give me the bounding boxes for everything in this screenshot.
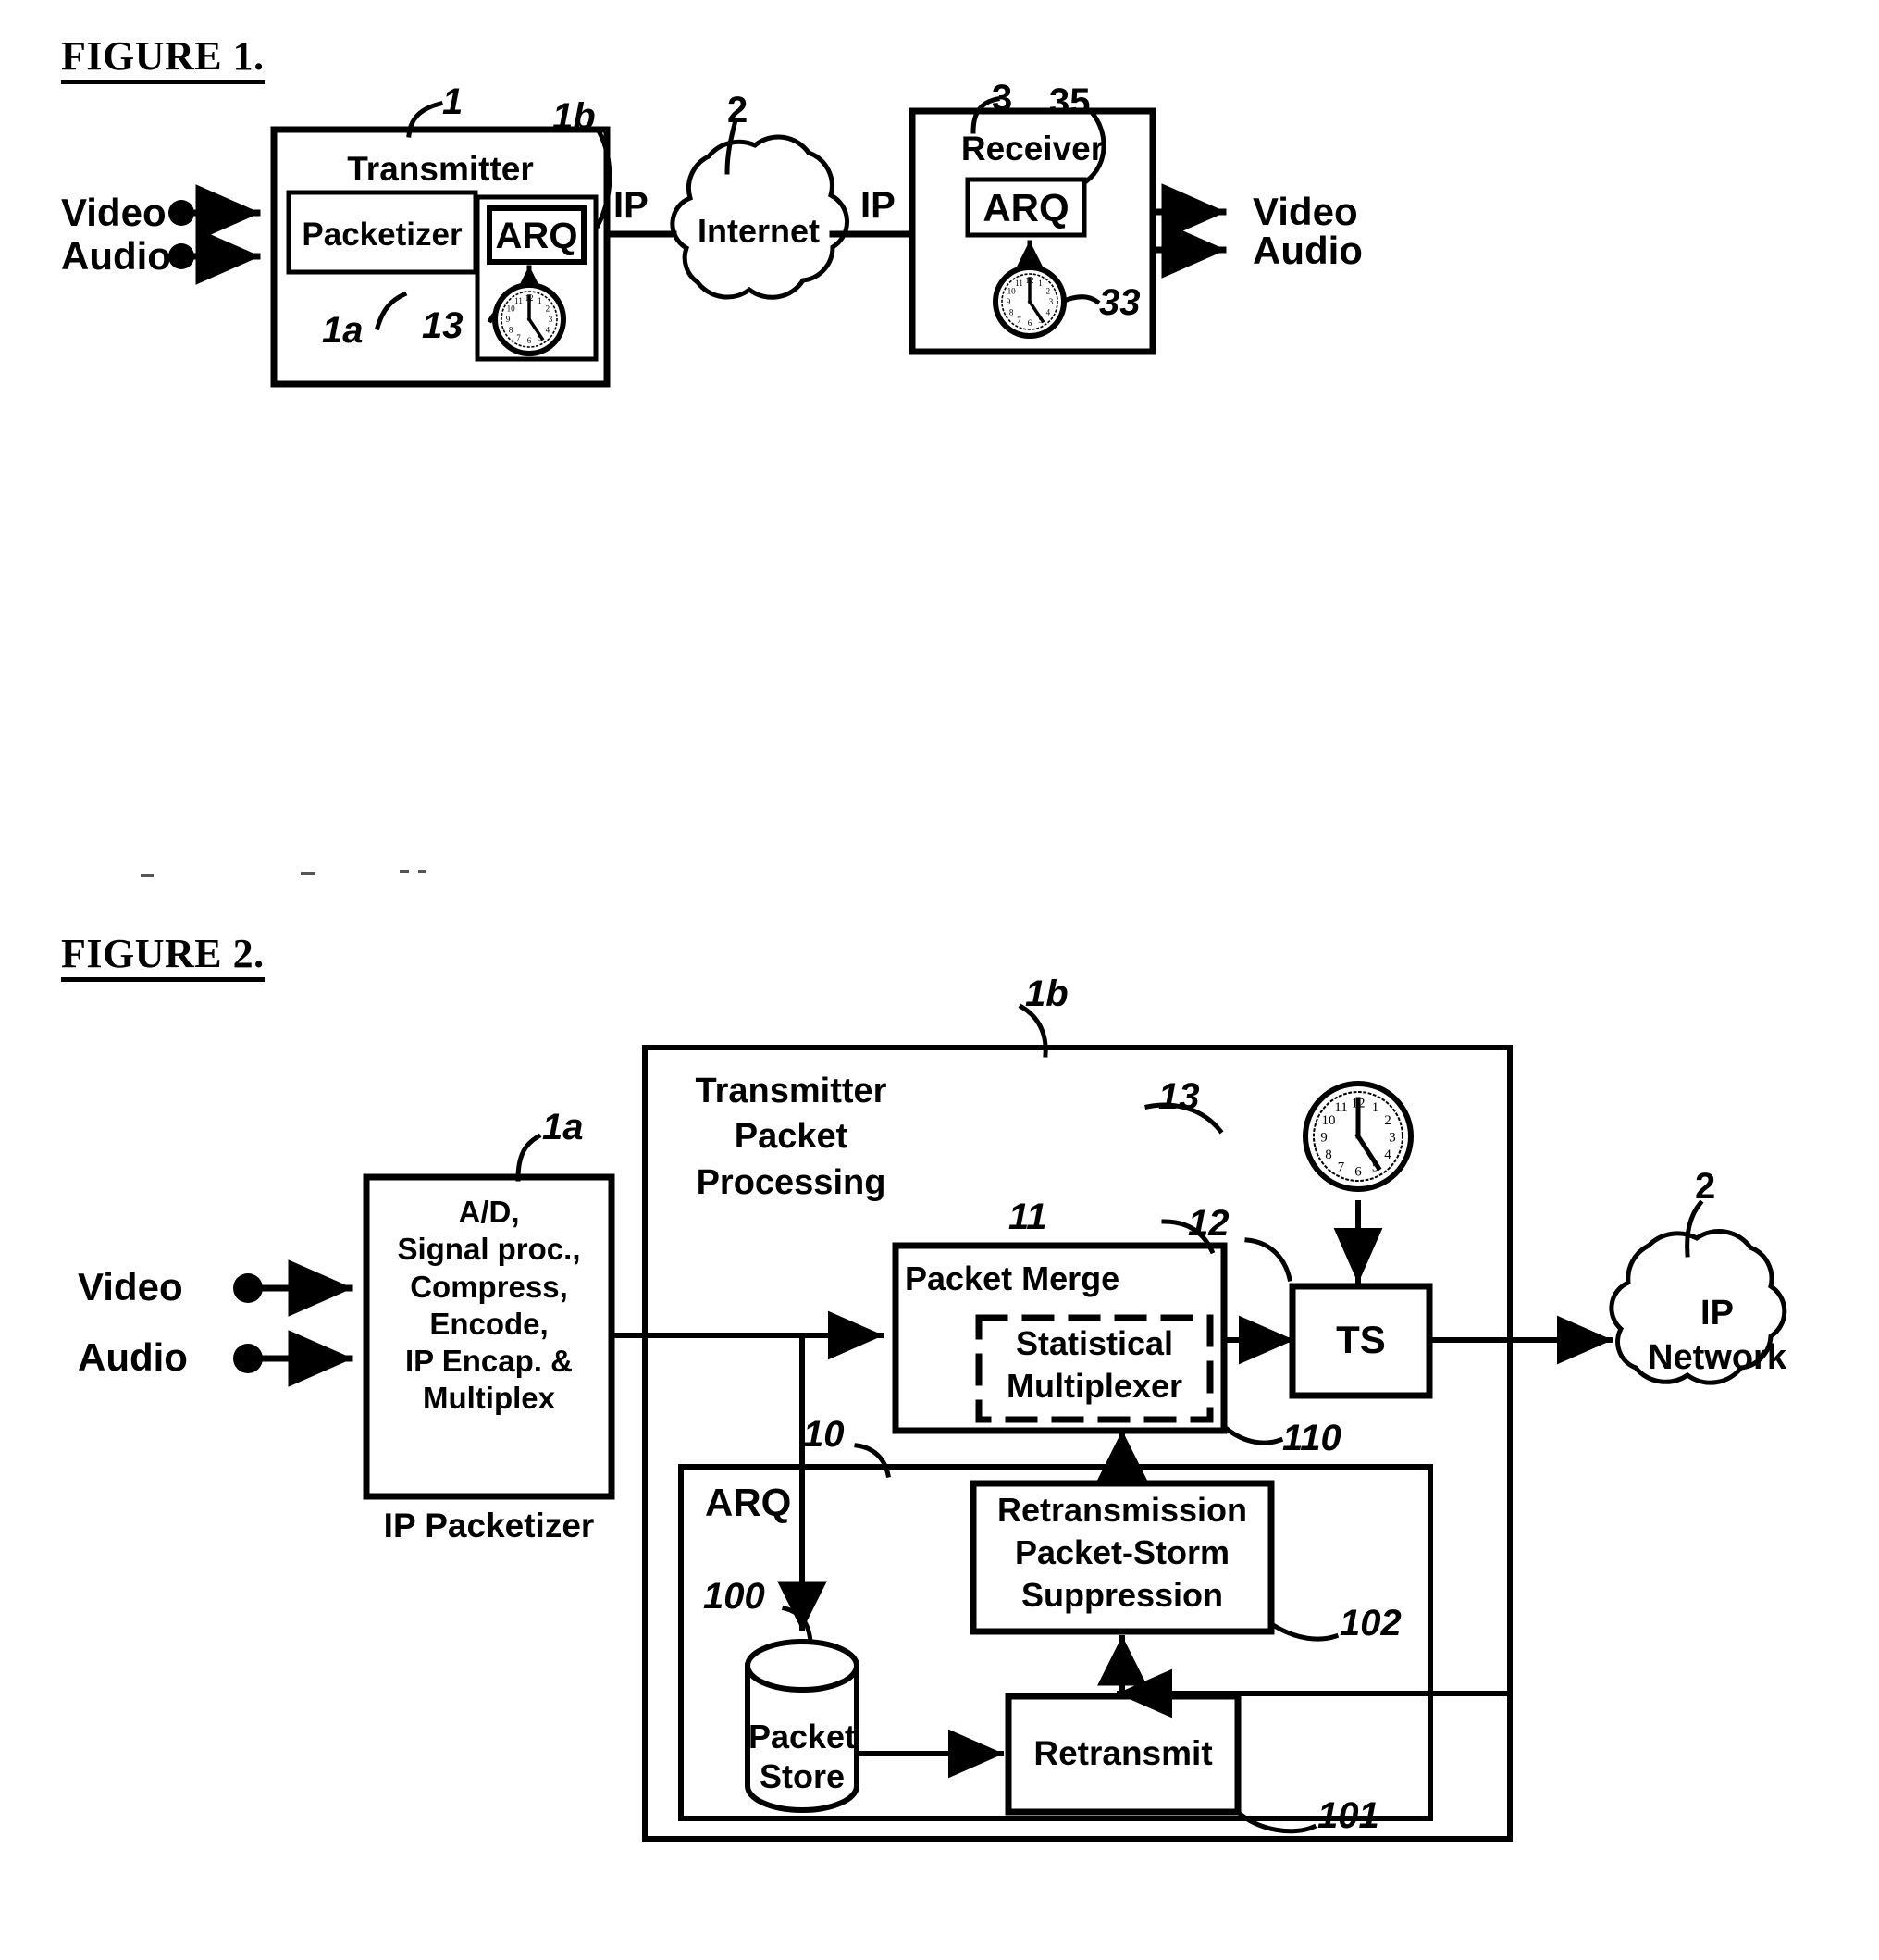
svg-text:1: 1	[1038, 279, 1043, 288]
transmitter-packet-processing-label: Transmitter Packet Processing	[695, 1072, 887, 1202]
ts-label: TS	[1336, 1318, 1386, 1361]
retransmission-suppression-label: Retransmission Packet-Storm Suppression	[996, 1491, 1248, 1615]
ip-link-label-left: IP	[613, 185, 649, 226]
svg-text:6: 6	[1028, 318, 1032, 328]
figure1-output-video-label: Video	[1253, 190, 1358, 233]
diagram-canvas: 12 123456789101112 123456789101112 12345678…	[168, 96, 1787, 1842]
statistical-multiplexer-label: Statistical Multiplexer	[1006, 1324, 1183, 1406]
svg-text:6: 6	[527, 336, 532, 345]
ip-link-label-right: IP	[860, 185, 896, 226]
svg-text:1: 1	[538, 296, 542, 305]
ip-network-cloud-label: IP Network	[1648, 1294, 1786, 1377]
svg-text:7: 7	[1017, 316, 1021, 325]
svg-text:8: 8	[1009, 308, 1014, 317]
svg-text:2: 2	[1384, 1113, 1391, 1128]
svg-text:8: 8	[1325, 1147, 1332, 1162]
svg-text:10: 10	[1007, 287, 1017, 296]
ref-arq-receiver-35: 35	[1049, 81, 1091, 122]
svg-text:7: 7	[516, 333, 521, 342]
scan-speck	[301, 872, 315, 875]
svg-text:3: 3	[549, 315, 553, 324]
svg-text:6: 6	[1354, 1164, 1362, 1179]
transmitter-label: Transmitter	[347, 150, 534, 188]
ref-packet-merge-11: 11	[1008, 1197, 1047, 1237]
figure1-input-audio-label: Audio	[61, 234, 171, 278]
figure1-input-video-label: Video	[61, 191, 167, 234]
svg-text:1: 1	[1372, 1100, 1379, 1115]
figure-2-title: FIGURE 2.	[61, 932, 265, 983]
ip-packetizer-body-label: A/D, Signal proc., Compress, Encode, IP …	[397, 1195, 581, 1416]
internet-cloud-label: Internet	[697, 212, 820, 250]
ref-retransmit-101: 101	[1317, 1795, 1379, 1836]
svg-text:12: 12	[1352, 1096, 1366, 1110]
ref-packet-processing-1b: 1b	[552, 96, 596, 137]
figure-1-title: FIGURE 1.	[61, 34, 265, 85]
figure2-clock-face: 12 12 3 45678 9 1011	[1320, 1096, 1396, 1179]
figure2-input-audio-label: Audio	[78, 1335, 188, 1379]
svg-text:12: 12	[525, 293, 534, 303]
svg-text:9: 9	[1320, 1130, 1328, 1145]
receiver-clock-face: 12 1234567891011	[1007, 276, 1054, 328]
ref-fig2-packet-processing-1b: 1b	[1025, 974, 1069, 1014]
ref-receiver-3: 3	[992, 78, 1013, 118]
svg-text:11: 11	[514, 296, 523, 305]
svg-text:8: 8	[509, 326, 513, 335]
svg-text:2: 2	[1046, 287, 1051, 296]
svg-text:10: 10	[1322, 1113, 1336, 1128]
ref-internet-2: 2	[727, 90, 748, 130]
ref-transmitter: 1	[442, 81, 464, 122]
scan-speck	[418, 870, 426, 873]
svg-text:3: 3	[1389, 1130, 1396, 1145]
svg-text:11: 11	[1334, 1100, 1347, 1115]
ref-arq-10: 10	[803, 1414, 845, 1455]
scan-speck	[400, 870, 409, 873]
arq-block-label: ARQ	[705, 1481, 792, 1524]
ip-packetizer-caption: IP Packetizer	[383, 1507, 595, 1544]
arq-transmitter-label: ARQ	[495, 216, 578, 256]
receiver-label: Receiver	[960, 130, 1105, 167]
ref-statistical-multiplexer-110: 110	[1282, 1418, 1341, 1458]
ref-clock-33: 33	[1099, 282, 1141, 323]
packet-merge-label: Packet Merge	[905, 1259, 1120, 1297]
ref-clock-13: 13	[422, 305, 464, 346]
svg-text:4: 4	[1384, 1147, 1391, 1162]
svg-text:11: 11	[1015, 279, 1023, 288]
svg-text:2: 2	[546, 304, 550, 314]
ref-fig2-packetizer-1a: 1a	[542, 1107, 584, 1147]
ref-fig2-ip-network-2: 2	[1695, 1166, 1716, 1207]
packetizer-label: Packetizer	[302, 217, 463, 253]
svg-text:3: 3	[1049, 297, 1054, 306]
svg-text:12: 12	[1026, 276, 1034, 285]
svg-text:7: 7	[1338, 1160, 1345, 1174]
ref-ts-12: 12	[1188, 1203, 1230, 1244]
ref-packetizer-1a: 1a	[322, 310, 364, 351]
arq-receiver-label: ARQ	[983, 186, 1069, 229]
transmitter-clock-face: 12 1234567891011	[506, 293, 553, 345]
ref-suppression-102: 102	[1340, 1603, 1402, 1644]
svg-text:9: 9	[506, 315, 511, 324]
figure2-input-video-label: Video	[78, 1265, 183, 1309]
svg-text:9: 9	[1007, 297, 1011, 306]
svg-text:5: 5	[1038, 316, 1043, 325]
svg-text:5: 5	[538, 333, 542, 342]
svg-text:4: 4	[546, 326, 550, 335]
scan-speck	[141, 874, 154, 877]
ref-fig2-clock-13: 13	[1158, 1076, 1200, 1117]
ref-packet-store-100: 100	[703, 1576, 765, 1617]
svg-text:4: 4	[1046, 308, 1051, 317]
svg-text:5: 5	[1372, 1160, 1379, 1174]
figure1-output-audio-label: Audio	[1253, 229, 1363, 272]
packet-store-label: Packet Store	[748, 1718, 857, 1796]
svg-text:10: 10	[507, 304, 516, 314]
retransmit-label: Retransmit	[1033, 1734, 1213, 1772]
